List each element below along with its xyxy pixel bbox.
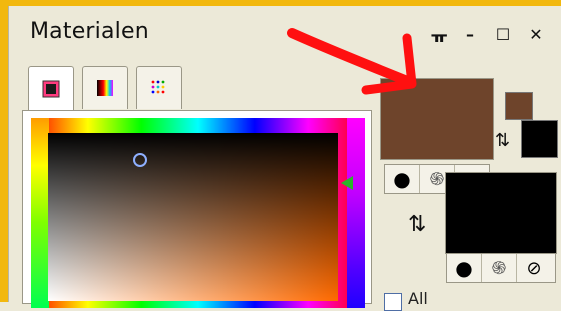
spiral-icon: ֍: [491, 258, 507, 279]
foreground-swatch[interactable]: [380, 78, 494, 160]
close-icon[interactable]: ✕: [525, 22, 547, 46]
dots-grid-icon: [151, 80, 165, 94]
tab-frames[interactable]: [28, 66, 74, 111]
window-title: Materialen: [30, 19, 149, 44]
spiral-icon: ֍: [429, 169, 445, 190]
prohibited-icon: ⊘: [526, 257, 542, 279]
background-swatch[interactable]: [445, 172, 557, 254]
background-style-buttons: ● ֍ ⊘: [446, 253, 556, 283]
gradient-button[interactable]: ֍: [482, 254, 517, 282]
tab-rainbow[interactable]: [82, 66, 128, 109]
minimize-icon[interactable]: –: [459, 22, 481, 46]
color-selector-panel: [22, 60, 377, 308]
foreground-mini-swatch[interactable]: [505, 92, 533, 120]
maximize-icon[interactable]: ☐: [492, 22, 514, 46]
rainbow-square-icon: [97, 80, 113, 96]
solid-color-button[interactable]: ●: [447, 254, 482, 282]
all-layers-label: All: [408, 289, 428, 308]
tab-swatches[interactable]: [136, 66, 182, 109]
color-picker-marker[interactable]: [133, 153, 147, 167]
swap-colors-icon[interactable]: ⇅: [408, 212, 426, 237]
tabs: [28, 66, 218, 111]
all-layers-checkbox[interactable]: [384, 293, 402, 311]
saturation-value-square[interactable]: [48, 133, 338, 301]
color-picker-area: [22, 110, 372, 308]
pin-icon[interactable]: ᚂ: [428, 22, 450, 46]
pattern-button[interactable]: ⊘: [517, 254, 551, 282]
swap-mini-icon[interactable]: ⇅: [495, 130, 510, 151]
gradient-square-icon: [42, 80, 60, 98]
solid-circle-icon: ●: [393, 167, 411, 191]
hue-marker[interactable]: [341, 176, 353, 190]
title-bar[interactable]: Materialen ᚂ – ☐ ✕: [18, 14, 561, 56]
background-mini-swatch[interactable]: [521, 120, 558, 158]
solid-circle-icon: ●: [455, 256, 473, 280]
solid-color-button[interactable]: ●: [385, 165, 420, 193]
material-properties: ● ֍ ⊘ ⇅ ⇅ ● ֍ ⊘ All: [378, 60, 561, 311]
